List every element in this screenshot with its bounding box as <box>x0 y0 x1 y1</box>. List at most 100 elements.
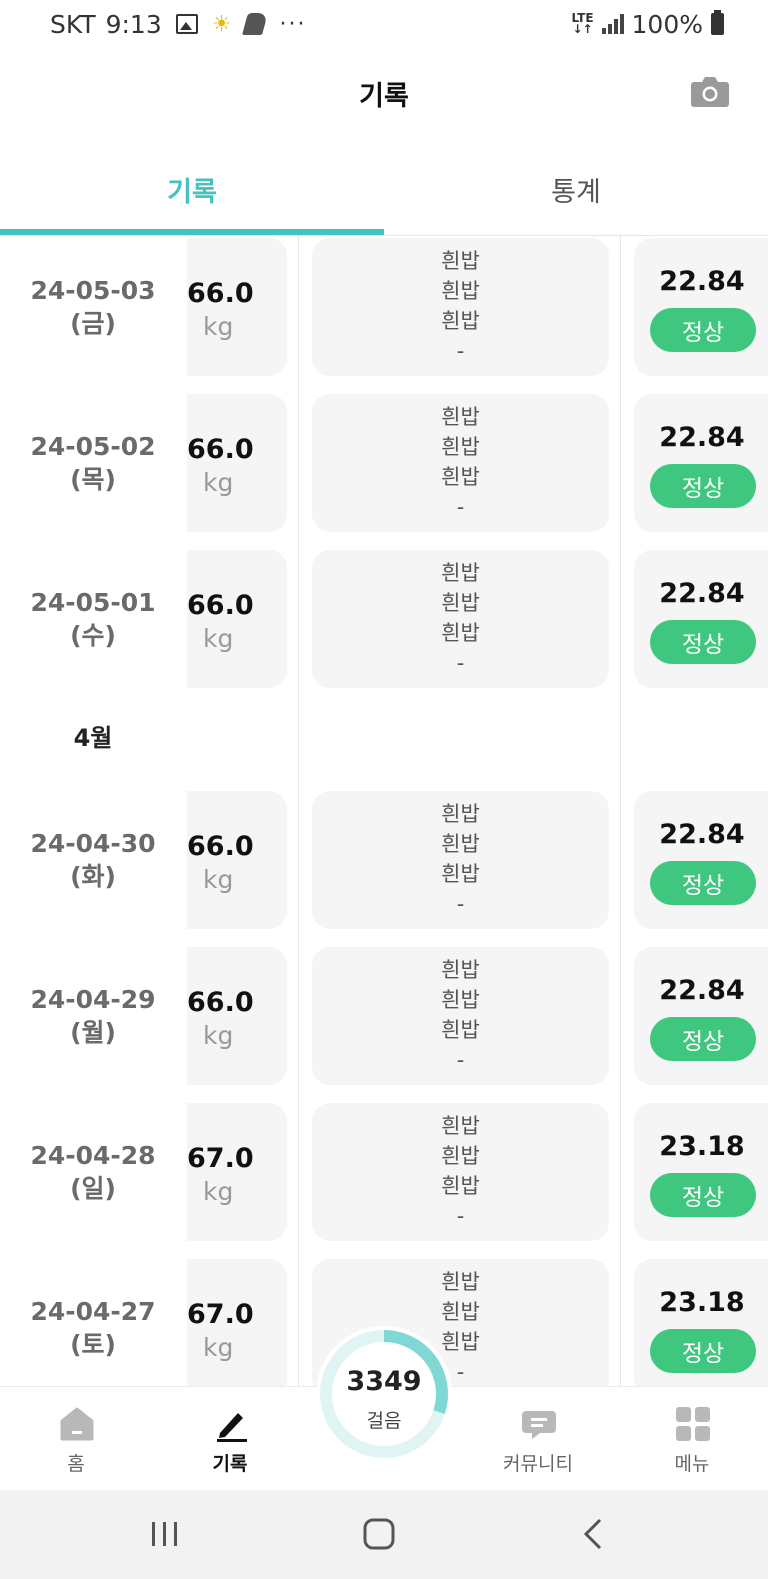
bmi-card[interactable]: 22.84 정상 <box>634 238 768 376</box>
back-icon[interactable] <box>570 1512 620 1556</box>
weight-card[interactable]: 66.0 kg <box>187 394 287 532</box>
weight-value: 66.0 <box>187 987 254 1018</box>
record-date: 24-04-29 (월) <box>30 985 156 1047</box>
step-label: 걸음 <box>366 1410 402 1432</box>
meal-list: 흰밥 흰밥 흰밥 - <box>441 958 480 1072</box>
tab-indicator <box>0 229 384 235</box>
app-header: 기록 <box>0 56 768 128</box>
meal-card[interactable]: 흰밥 흰밥 흰밥 - <box>312 947 609 1085</box>
weight-unit: kg <box>203 1021 234 1050</box>
meal-card[interactable]: 흰밥 흰밥 흰밥 - <box>312 1103 609 1241</box>
record-row[interactable]: 24-05-02 (목) 66.0 kg 흰밥 흰밥 흰밥 - 22.84 정상 <box>0 392 768 534</box>
battery-icon <box>711 10 724 35</box>
record-date: 24-04-28 (일) <box>30 1141 156 1203</box>
status-badge: 정상 <box>650 1017 756 1061</box>
record-row[interactable]: 24-04-28 (일) 67.0 kg 흰밥 흰밥 흰밥 - 23.18 정상 <box>0 1101 768 1243</box>
bmi-value: 22.84 <box>659 266 745 297</box>
pen-icon <box>212 1405 250 1443</box>
bmi-value: 22.84 <box>659 422 745 453</box>
status-badge: 정상 <box>650 464 756 508</box>
meal-card[interactable]: 흰밥 흰밥 흰밥 - <box>312 550 609 688</box>
meal-card[interactable]: 흰밥 흰밥 흰밥 - <box>312 394 609 532</box>
home-icon <box>58 1405 96 1443</box>
meal-list: 흰밥 흰밥 흰밥 - <box>441 1114 480 1228</box>
carrier: SKT <box>50 9 96 39</box>
nav-community[interactable]: 커뮤니티 <box>478 1387 598 1491</box>
status-badge: 정상 <box>650 620 756 664</box>
weight-value: 66.0 <box>187 831 254 862</box>
meal-list: 흰밥 흰밥 흰밥 - <box>441 561 480 675</box>
weight-unit: kg <box>203 865 234 894</box>
bmi-value: 22.84 <box>659 578 745 609</box>
weight-unit: kg <box>203 1177 234 1206</box>
step-counter[interactable]: 3349 걸음 <box>316 1326 452 1462</box>
record-date: 24-04-27 (토) <box>30 1297 156 1359</box>
bmi-value: 22.84 <box>659 819 745 850</box>
tab-bar: 기록 통계 <box>0 150 768 236</box>
grid-menu-icon <box>674 1405 712 1443</box>
meal-list: 흰밥 흰밥 흰밥 - <box>441 249 480 363</box>
weight-value: 67.0 <box>187 1143 254 1174</box>
nav-label: 기록 <box>212 1453 248 1475</box>
image-icon <box>175 14 198 34</box>
camera-icon[interactable] <box>690 74 730 108</box>
record-row[interactable]: 24-05-03 (금) 66.0 kg 흰밥 흰밥 흰밥 - 22.84 정상 <box>0 236 768 378</box>
bmi-card[interactable]: 22.84 정상 <box>634 550 768 688</box>
record-row[interactable]: 24-05-01 (수) 66.0 kg 흰밥 흰밥 흰밥 - 22.84 정상 <box>0 548 768 690</box>
chat-bubble-icon <box>520 1405 558 1443</box>
battery-percent: 100% <box>631 9 703 39</box>
month-header: 4월 <box>73 724 113 752</box>
status-bar: SKT 9:13 ☀ ··· LTE ↓↑ 100% <box>0 0 768 48</box>
weight-unit: kg <box>203 624 234 653</box>
record-list[interactable]: 24-05-03 (금) 66.0 kg 흰밥 흰밥 흰밥 - 22.84 정상 24-… <box>0 236 768 1386</box>
tab-statistics[interactable]: 통계 <box>384 150 768 228</box>
sun-icon: ☀ <box>211 11 232 37</box>
bmi-card[interactable]: 23.18 정상 <box>634 1103 768 1241</box>
status-time: 9:13 <box>105 9 162 39</box>
weight-card[interactable]: 66.0 kg <box>187 550 287 688</box>
weight-unit: kg <box>203 1333 234 1362</box>
record-date: 24-05-01 (수) <box>30 588 156 650</box>
weight-value: 66.0 <box>187 590 254 621</box>
bmi-value: 22.84 <box>659 975 745 1006</box>
status-badge: 정상 <box>650 1329 756 1373</box>
nav-menu[interactable]: 메뉴 <box>632 1387 752 1491</box>
weight-card[interactable]: 66.0 kg <box>187 238 287 376</box>
meal-list: 흰밥 흰밥 흰밥 - <box>441 802 480 916</box>
shoe-icon <box>242 13 269 35</box>
record-date: 24-05-02 (목) <box>30 432 156 494</box>
home-button-icon[interactable] <box>354 1512 404 1556</box>
nav-record[interactable]: 기록 <box>170 1387 290 1491</box>
nav-label: 메뉴 <box>674 1453 710 1475</box>
record-date: 24-04-30 (화) <box>30 829 156 891</box>
bmi-value: 23.18 <box>659 1131 745 1162</box>
bmi-value: 23.18 <box>659 1287 745 1318</box>
meal-card[interactable]: 흰밥 흰밥 흰밥 - <box>312 238 609 376</box>
recents-icon[interactable] <box>140 1512 190 1556</box>
weight-card[interactable]: 67.0 kg <box>187 1259 287 1386</box>
status-badge: 정상 <box>650 308 756 352</box>
nav-label: 커뮤니티 <box>503 1453 573 1475</box>
bmi-card[interactable]: 22.84 정상 <box>634 791 768 929</box>
bmi-card[interactable]: 23.18 정상 <box>634 1259 768 1386</box>
record-date: 24-05-03 (금) <box>30 276 156 338</box>
weight-value: 67.0 <box>187 1299 254 1330</box>
weight-unit: kg <box>203 468 234 497</box>
weight-value: 66.0 <box>187 434 254 465</box>
record-row[interactable]: 24-04-29 (월) 66.0 kg 흰밥 흰밥 흰밥 - 22.84 정상 <box>0 945 768 1087</box>
bmi-card[interactable]: 22.84 정상 <box>634 394 768 532</box>
meal-list: 흰밥 흰밥 흰밥 - <box>441 405 480 519</box>
weight-card[interactable]: 66.0 kg <box>187 791 287 929</box>
weight-unit: kg <box>203 312 234 341</box>
nav-label: 홈 <box>67 1453 85 1475</box>
record-row[interactable]: 24-04-30 (화) 66.0 kg 흰밥 흰밥 흰밥 - 22.84 정상 <box>0 789 768 931</box>
status-badge: 정상 <box>650 861 756 905</box>
page-title: 기록 <box>359 81 409 112</box>
bmi-card[interactable]: 22.84 정상 <box>634 947 768 1085</box>
weight-card[interactable]: 67.0 kg <box>187 1103 287 1241</box>
status-badge: 정상 <box>650 1173 756 1217</box>
meal-card[interactable]: 흰밥 흰밥 흰밥 - <box>312 791 609 929</box>
tab-record[interactable]: 기록 <box>0 150 384 228</box>
weight-card[interactable]: 66.0 kg <box>187 947 287 1085</box>
nav-home[interactable]: 홈 <box>16 1387 136 1491</box>
